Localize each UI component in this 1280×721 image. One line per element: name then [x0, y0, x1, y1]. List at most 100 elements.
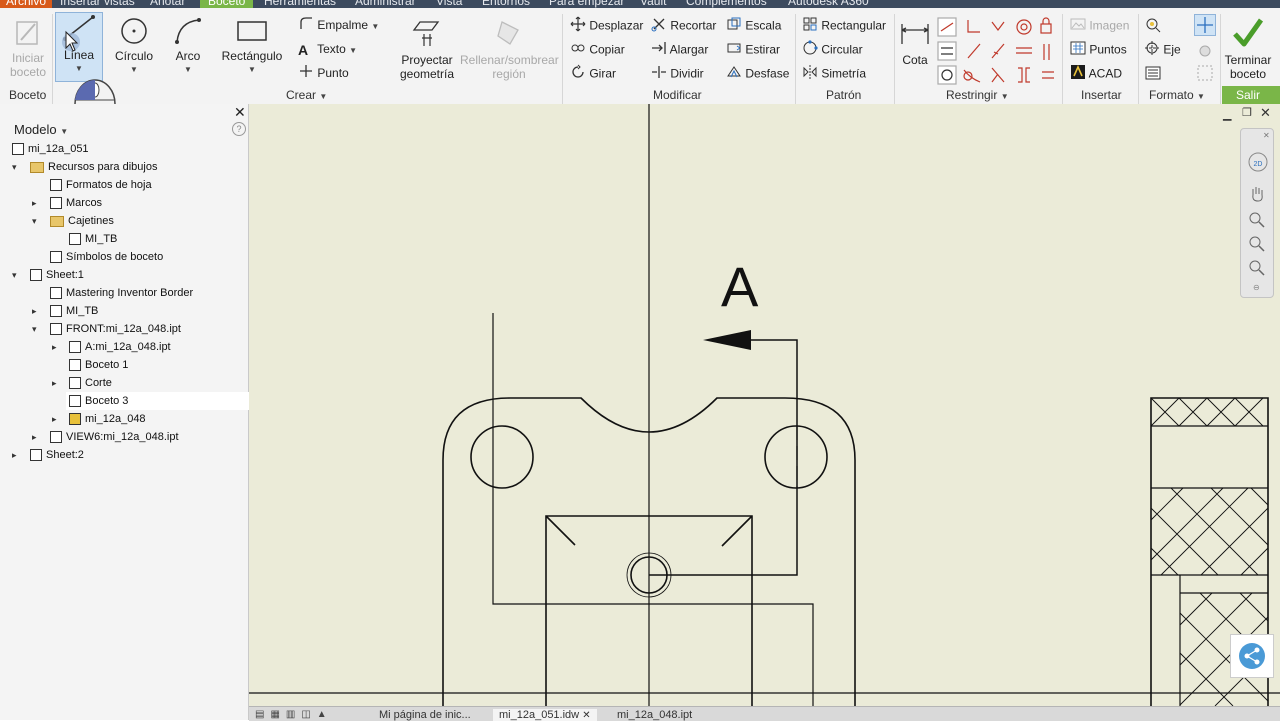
rectangulo-button[interactable]: Rectángulo ▼: [218, 16, 286, 77]
centerline-icon: [1144, 40, 1160, 61]
expand-icon[interactable]: ▸: [32, 198, 37, 209]
collapse-icon[interactable]: ▾: [12, 270, 17, 281]
terminar-boceto-button[interactable]: Terminar boceto: [1222, 16, 1274, 81]
copiar-button[interactable]: Copiar: [570, 40, 625, 58]
group-label-restringir[interactable]: Restringir ▼: [946, 88, 1009, 102]
rellenar-region-button[interactable]: Rellenar/sombrear región: [460, 16, 559, 81]
doc-tab-home[interactable]: Mi página de inic...: [379, 709, 471, 721]
part-icon: [69, 413, 81, 426]
tree-item[interactable]: Boceto 1: [69, 356, 128, 374]
close-icon[interactable]: ✕: [1260, 105, 1271, 121]
rectangular-pattern-button[interactable]: Rectangular: [802, 16, 886, 34]
empalme-button[interactable]: Empalme ▼: [298, 16, 379, 34]
expand-icon[interactable]: ▸: [52, 414, 57, 425]
tree-item[interactable]: MI_TB: [50, 302, 98, 320]
collapse-icon[interactable]: ▾: [32, 324, 37, 335]
tab-administrar[interactable]: Administrar: [355, 0, 416, 8]
texto-button[interactable]: A Texto ▼: [298, 40, 357, 58]
tab-para-empezar[interactable]: Para empezar: [549, 0, 624, 8]
tree-item[interactable]: mi_12a_051: [12, 140, 89, 158]
tree-item[interactable]: FRONT:mi_12a_048.ipt: [50, 320, 181, 338]
options-icon[interactable]: ⊖: [1253, 283, 1260, 292]
punto-button[interactable]: Punto: [298, 64, 349, 82]
doc-tab-active[interactable]: mi_12a_051.idw ✕: [493, 709, 597, 721]
tree-item[interactable]: MI_TB: [69, 230, 117, 248]
tree-item[interactable]: Sheet:2: [30, 446, 84, 464]
expand-icon[interactable]: ▸: [12, 450, 17, 461]
tree-item[interactable]: mi_12a_048: [69, 410, 146, 428]
circular-pattern-button[interactable]: Circular: [802, 40, 863, 58]
tree-item[interactable]: Cajetines: [50, 212, 114, 230]
pan-icon[interactable]: [1248, 185, 1266, 206]
desplazar-button[interactable]: Desplazar: [570, 16, 643, 34]
tree-item[interactable]: Corte: [69, 374, 112, 392]
tab-vault[interactable]: Vault: [640, 0, 666, 8]
tab-layout-icons[interactable]: ▤▦▥◫▲: [255, 709, 333, 720]
tree-item[interactable]: Recursos para dibujos: [30, 158, 157, 176]
cota-button[interactable]: Cota: [898, 16, 932, 67]
browser-title[interactable]: Modelo ▼: [14, 122, 68, 137]
expand-icon[interactable]: ▸: [52, 342, 57, 353]
restore-icon[interactable]: ❐: [1242, 106, 1252, 119]
tab-archivo[interactable]: Archivo: [0, 0, 53, 8]
format-icon-a[interactable]: [1144, 16, 1162, 37]
escala-button[interactable]: Escala: [726, 16, 781, 34]
expand-icon[interactable]: ▸: [32, 306, 37, 317]
tree-item-selected[interactable]: Boceto 3: [66, 392, 249, 410]
tree-item[interactable]: Marcos: [50, 194, 102, 212]
tree-item[interactable]: VIEW6:mi_12a_048.ipt: [50, 428, 179, 446]
help-icon[interactable]: ?: [232, 122, 246, 136]
format-icon-b[interactable]: [1144, 64, 1162, 85]
expand-icon[interactable]: ▸: [52, 378, 57, 389]
minimize-icon[interactable]: ▁: [1223, 108, 1231, 121]
desfase-button[interactable]: Desfase: [726, 64, 789, 82]
zoom-icon[interactable]: [1248, 211, 1266, 232]
share-button[interactable]: [1230, 634, 1274, 678]
dimension-icon: [901, 24, 929, 44]
tree-item[interactable]: Mastering Inventor Border: [50, 284, 193, 302]
girar-button[interactable]: Girar: [570, 64, 616, 82]
tab-complementos[interactable]: Complementos: [686, 0, 767, 8]
iniciar-boceto-button[interactable]: Iniciar boceto: [6, 16, 50, 79]
group-label-formato[interactable]: Formato ▼: [1149, 88, 1205, 102]
construction-toggle[interactable]: [1194, 14, 1216, 36]
tree-item[interactable]: A:mi_12a_048.ipt: [69, 338, 171, 356]
tab-anotar[interactable]: Anotar: [150, 0, 185, 8]
collapse-icon[interactable]: ▾: [32, 216, 37, 227]
zoom-all-icon[interactable]: [1248, 259, 1266, 280]
acad-button[interactable]: ACAD: [1070, 64, 1122, 82]
tab-a360[interactable]: Autodesk A360: [788, 0, 869, 8]
chevron-down-icon: ▼: [371, 22, 380, 31]
close-icon[interactable]: ✕: [582, 710, 590, 721]
estirar-button[interactable]: Estirar: [726, 40, 780, 58]
tree-item[interactable]: Sheet:1: [30, 266, 84, 284]
tab-herramientas[interactable]: Herramientas: [264, 0, 336, 8]
doc-tab-part[interactable]: mi_12a_048.ipt: [617, 709, 692, 721]
drawing-canvas[interactable]: A ▁ ❐ ✕ ✕ 2D ⊖: [249, 104, 1280, 706]
tab-boceto[interactable]: Boceto: [200, 0, 254, 8]
expand-icon[interactable]: ▸: [32, 432, 37, 443]
format-icon-c[interactable]: [1196, 42, 1214, 63]
eje-button[interactable]: Eje: [1144, 40, 1181, 58]
arco-button[interactable]: Arco ▼: [164, 16, 212, 77]
format-icon-d[interactable]: [1196, 64, 1214, 85]
tab-entornos[interactable]: Entornos: [482, 0, 530, 8]
simetria-button[interactable]: Simetría: [802, 64, 866, 82]
recortar-button[interactable]: Recortar: [651, 16, 716, 34]
tree-item[interactable]: Símbolos de boceto: [50, 248, 163, 266]
view-cube-icon[interactable]: 2D: [1247, 151, 1269, 176]
alargar-button[interactable]: Alargar: [651, 40, 708, 58]
share-icon: [1239, 643, 1265, 669]
tab-vista[interactable]: Vista: [436, 0, 462, 8]
tree-item[interactable]: Formatos de hoja: [50, 176, 152, 194]
close-icon[interactable]: ✕: [234, 104, 246, 121]
dividir-button[interactable]: Dividir: [651, 64, 704, 82]
puntos-button[interactable]: Puntos: [1070, 40, 1127, 58]
proyectar-geometria-button[interactable]: Proyectar geometría: [396, 16, 458, 81]
tab-insertar-vistas[interactable]: Insertar vistas: [60, 0, 135, 8]
zoom-window-icon[interactable]: [1248, 235, 1266, 256]
collapse-icon[interactable]: ▾: [12, 162, 17, 173]
close-icon[interactable]: ✕: [1263, 131, 1270, 140]
group-label-crear[interactable]: Crear ▼: [286, 88, 327, 102]
imagen-button[interactable]: Imagen: [1070, 16, 1129, 34]
